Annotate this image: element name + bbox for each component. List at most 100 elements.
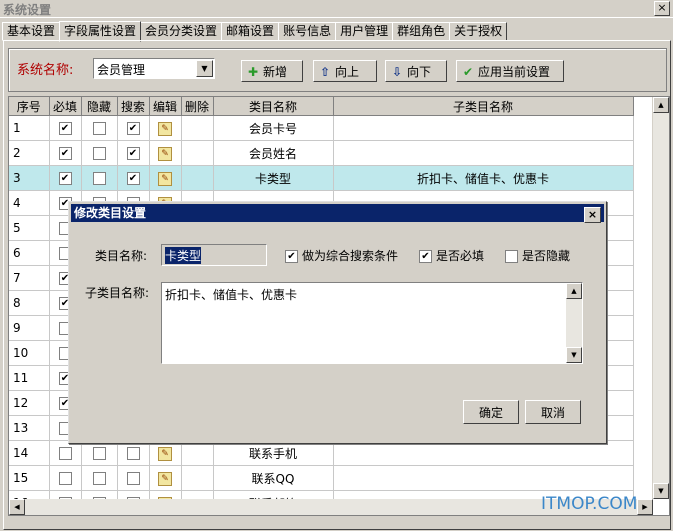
header-hidden[interactable]: 隐藏 bbox=[81, 97, 118, 116]
dialog-close-icon[interactable]: × bbox=[584, 207, 601, 223]
delete-cell[interactable] bbox=[181, 115, 214, 141]
hidden-checkbox[interactable]: 是否隐藏 bbox=[505, 247, 570, 264]
row-number: 4 bbox=[9, 190, 50, 216]
tab-group-roles[interactable]: 群组角色 bbox=[392, 22, 451, 41]
hidden-checkbox[interactable] bbox=[92, 472, 106, 485]
header-no[interactable]: 序号 bbox=[9, 97, 50, 116]
close-icon[interactable]: × bbox=[654, 1, 670, 16]
system-name-select[interactable]: 会员管理 ▼ bbox=[93, 58, 215, 79]
apply-settings-button[interactable]: ✔ 应用当前设置 bbox=[456, 60, 564, 82]
header-subcategory-name[interactable]: 子类目名称 bbox=[333, 97, 634, 116]
tab-bar: 基本设置 字段属性设置 会员分类设置 邮箱设置 账号信息 用户管理 群组角色 关于授权 bbox=[2, 20, 508, 42]
edit-icon[interactable]: ✎ bbox=[158, 147, 172, 161]
delete-cell[interactable] bbox=[181, 165, 214, 191]
checkbox-empty-icon bbox=[505, 250, 518, 263]
table-row[interactable]: 15 ✎ 联系QQ bbox=[9, 465, 634, 491]
edit-category-dialog: 修改类目设置 × 类目名称: 卡类型 ✔ 做为综合搜索条件 ✔ 是否必填 是否隐藏 … bbox=[68, 201, 607, 444]
window-titlebar: 系统设置 × bbox=[0, 0, 673, 18]
hidden-checkbox[interactable] bbox=[92, 172, 106, 185]
required-checkbox[interactable]: ✔ 是否必填 bbox=[419, 247, 484, 264]
subcategory-textarea[interactable]: 折扣卡、储值卡、优惠卡 ▲ ▼ bbox=[161, 282, 583, 364]
delete-cell[interactable] bbox=[181, 140, 214, 166]
hidden-checkbox[interactable] bbox=[92, 122, 106, 135]
scroll-down-icon[interactable]: ▼ bbox=[566, 347, 582, 363]
scroll-right-icon[interactable]: ▶ bbox=[637, 499, 653, 515]
hidden-cell bbox=[81, 440, 118, 466]
search-cell: ✔ bbox=[117, 165, 150, 191]
edit-icon[interactable]: ✎ bbox=[158, 122, 172, 136]
category-name-cell: 会员卡号 bbox=[213, 115, 334, 141]
header-edit[interactable]: 编辑 bbox=[149, 97, 182, 116]
tab-email[interactable]: 邮箱设置 bbox=[221, 22, 280, 41]
search-checkbox[interactable]: ✔ bbox=[126, 122, 140, 135]
textarea-scrollbar[interactable]: ▲ ▼ bbox=[566, 283, 582, 363]
tab-basic[interactable]: 基本设置 bbox=[2, 22, 61, 41]
move-down-button[interactable]: ⇩ 向下 bbox=[385, 60, 447, 82]
edit-icon[interactable]: ✎ bbox=[158, 472, 172, 486]
tab-member-category[interactable]: 会员分类设置 bbox=[140, 22, 223, 41]
row-number: 9 bbox=[9, 315, 50, 341]
search-checkbox[interactable]: ✔ bbox=[126, 147, 140, 160]
header-required[interactable]: 必填 bbox=[49, 97, 82, 116]
table-row[interactable]: 1 ✔ ✔ ✎ 会员卡号 bbox=[9, 115, 634, 141]
edit-cell: ✎ bbox=[149, 465, 182, 491]
required-checkbox[interactable] bbox=[58, 472, 72, 485]
table-row[interactable]: 14 ✎ 联系手机 bbox=[9, 440, 634, 466]
required-checkbox[interactable]: ✔ bbox=[58, 147, 72, 160]
required-cell bbox=[49, 440, 82, 466]
row-number: 7 bbox=[9, 265, 50, 291]
vertical-scrollbar[interactable]: ▲ ▼ bbox=[652, 97, 669, 499]
row-number: 14 bbox=[9, 440, 50, 466]
toolbar: 系统名称: 会员管理 ▼ ✚ 新增 ⇧ 向上 ⇩ 向下 ✔ 应用当前设置 bbox=[8, 48, 667, 92]
category-name-cell: 联系手机 bbox=[213, 440, 334, 466]
subcategory-name-cell bbox=[333, 465, 634, 491]
cancel-button[interactable]: 取消 bbox=[525, 400, 581, 424]
row-number: 6 bbox=[9, 240, 50, 266]
checkbox-checked-icon: ✔ bbox=[419, 250, 432, 263]
table-row[interactable]: 2 ✔ ✔ ✎ 会员姓名 bbox=[9, 140, 634, 166]
hidden-checkbox[interactable] bbox=[92, 147, 106, 160]
edit-icon[interactable]: ✎ bbox=[158, 447, 172, 461]
search-checkbox[interactable] bbox=[126, 472, 140, 485]
search-condition-label: 做为综合搜索条件 bbox=[302, 249, 399, 263]
chevron-down-icon[interactable]: ▼ bbox=[196, 60, 213, 77]
subcategory-value: 折扣卡、储值卡、优惠卡 bbox=[165, 288, 298, 302]
delete-cell[interactable] bbox=[181, 440, 214, 466]
search-condition-checkbox[interactable]: ✔ 做为综合搜索条件 bbox=[285, 247, 398, 264]
add-button[interactable]: ✚ 新增 bbox=[241, 60, 303, 82]
tab-users[interactable]: 用户管理 bbox=[335, 22, 394, 41]
header-search[interactable]: 搜索 bbox=[117, 97, 150, 116]
move-up-button[interactable]: ⇧ 向上 bbox=[313, 60, 377, 82]
delete-cell[interactable] bbox=[181, 465, 214, 491]
scroll-left-icon[interactable]: ◀ bbox=[9, 499, 25, 515]
header-category-name[interactable]: 类目名称 bbox=[213, 97, 334, 116]
required-checkbox[interactable] bbox=[58, 447, 72, 460]
required-checkbox[interactable]: ✔ bbox=[58, 122, 72, 135]
ok-button[interactable]: 确定 bbox=[463, 400, 519, 424]
scroll-down-icon[interactable]: ▼ bbox=[653, 483, 669, 499]
required-checkbox[interactable]: ✔ bbox=[58, 172, 72, 185]
required-label: 是否必填 bbox=[436, 249, 485, 263]
hidden-checkbox[interactable] bbox=[92, 447, 106, 460]
tab-license[interactable]: 关于授权 bbox=[449, 22, 508, 41]
category-name-input[interactable]: 卡类型 bbox=[161, 244, 267, 266]
search-checkbox[interactable] bbox=[126, 447, 140, 460]
search-checkbox[interactable]: ✔ bbox=[126, 172, 140, 185]
subcategory-name-cell bbox=[333, 115, 634, 141]
search-cell bbox=[117, 440, 150, 466]
move-up-label: 向上 bbox=[335, 65, 360, 79]
dialog-title-text: 修改类目设置 bbox=[74, 206, 147, 220]
edit-cell: ✎ bbox=[149, 165, 182, 191]
hidden-cell bbox=[81, 140, 118, 166]
header-delete[interactable]: 删除 bbox=[181, 97, 214, 116]
edit-icon[interactable]: ✎ bbox=[158, 172, 172, 186]
row-number: 5 bbox=[9, 215, 50, 241]
tab-account[interactable]: 账号信息 bbox=[278, 22, 337, 41]
table-row[interactable]: 3 ✔ ✔ ✎ 卡类型 折扣卡、储值卡、优惠卡 bbox=[9, 165, 634, 191]
hidden-cell bbox=[81, 165, 118, 191]
window-title: 系统设置 bbox=[3, 3, 52, 17]
scroll-up-icon[interactable]: ▲ bbox=[566, 283, 582, 299]
tab-field-properties[interactable]: 字段属性设置 bbox=[59, 21, 142, 42]
subcategory-label: 子类目名称: bbox=[85, 286, 150, 300]
scroll-up-icon[interactable]: ▲ bbox=[653, 97, 669, 113]
